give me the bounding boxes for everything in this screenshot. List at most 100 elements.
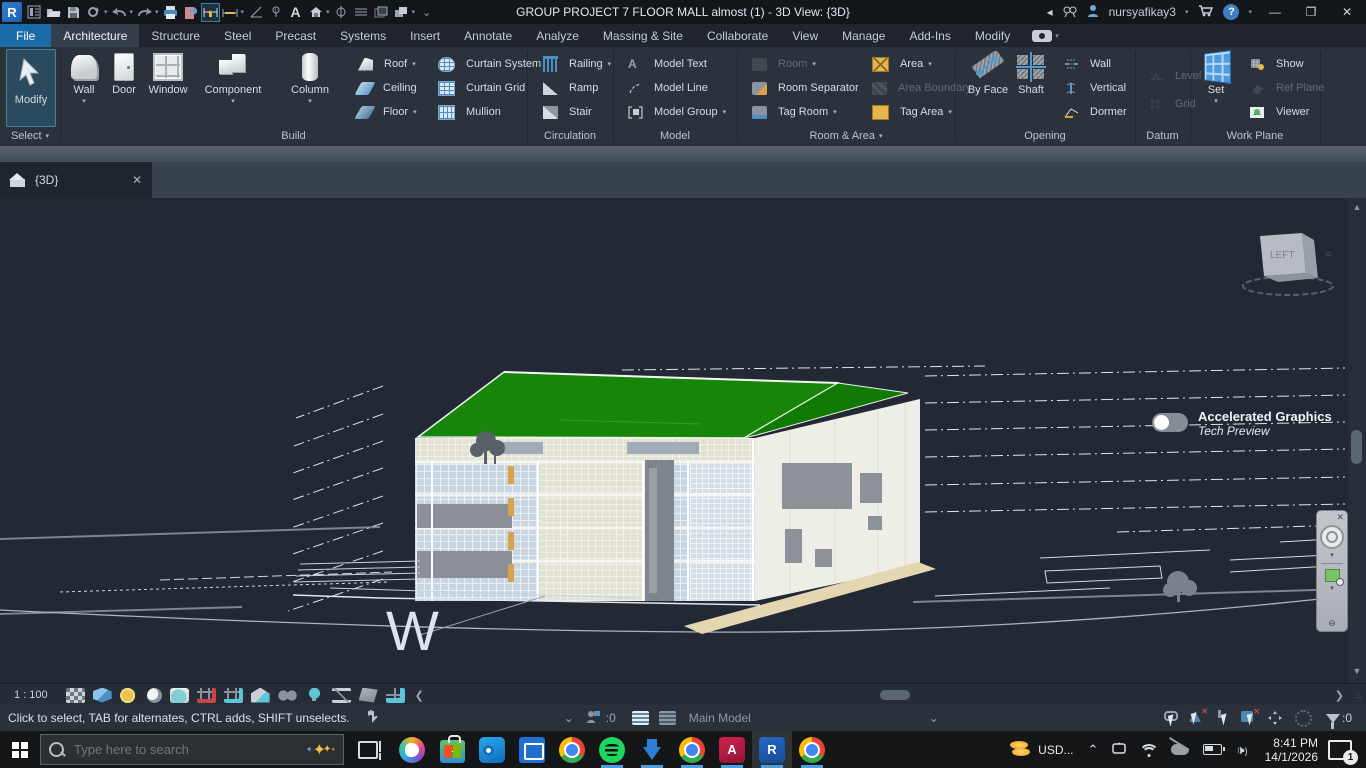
tab-view[interactable]: View xyxy=(780,24,830,47)
user-avatar-icon[interactable] xyxy=(1087,4,1099,20)
grid-button[interactable]: Grid xyxy=(1143,94,1196,114)
editable-worksets-icon[interactable] xyxy=(586,710,600,726)
tab-modify[interactable]: Modify xyxy=(963,24,1022,47)
stair-button[interactable]: Stair xyxy=(537,102,592,122)
sun-path-icon[interactable] xyxy=(120,688,139,703)
tab-structure[interactable]: Structure xyxy=(139,24,212,47)
door-button[interactable]: Door xyxy=(106,50,142,96)
angular-dimension-icon[interactable] xyxy=(247,4,264,21)
sync-icon[interactable] xyxy=(85,4,102,21)
roof-button[interactable]: Roof▾ xyxy=(352,54,416,74)
tab-precast[interactable]: Precast xyxy=(263,24,328,47)
navbar-collapse-icon[interactable]: ⊖ xyxy=(1328,618,1336,629)
vertical-opening-button[interactable]: Vertical xyxy=(1058,78,1126,98)
ref-plane-button[interactable]: Ref Plane xyxy=(1244,78,1324,98)
tab-collaborate[interactable]: Collaborate xyxy=(695,24,780,47)
navbar-close-icon[interactable]: ✕ xyxy=(1336,512,1344,523)
area-boundary-button[interactable]: Area Boundary xyxy=(866,78,971,98)
shadows-icon[interactable] xyxy=(147,688,162,703)
tab-analyze[interactable]: Analyze xyxy=(524,24,591,47)
customize-qat-chevron-icon[interactable]: ⌄ xyxy=(418,4,435,21)
taskbar-chrome-icon[interactable] xyxy=(552,731,592,768)
currency-widget-icon[interactable] xyxy=(1010,739,1032,761)
tab-systems[interactable]: Systems xyxy=(328,24,398,47)
signed-in-user[interactable]: nursyafikay3 xyxy=(1109,5,1176,19)
view-tab-3d[interactable]: {3D} ✕ xyxy=(0,162,152,198)
taskbar-revit-icon[interactable]: R xyxy=(752,731,792,768)
scroll-up-icon[interactable]: ▲ xyxy=(1348,202,1366,212)
print-icon[interactable] xyxy=(162,4,179,21)
close-button[interactable]: ✕ xyxy=(1334,5,1360,19)
set-work-plane-button[interactable]: Set▾ xyxy=(1196,50,1236,108)
tab-addins[interactable]: Add-Ins xyxy=(897,24,962,47)
help-icon[interactable]: ? xyxy=(1223,4,1239,20)
revit-app-menu-button[interactable]: R xyxy=(2,2,22,22)
worksets-dialog-icon[interactable] xyxy=(632,711,649,725)
close-hidden-windows-icon[interactable] xyxy=(373,4,390,21)
view-scale-button[interactable]: 1 : 100 xyxy=(0,689,62,701)
select-links-icon[interactable] xyxy=(1162,710,1182,726)
wheel-menu-chevron-icon[interactable]: ▾ xyxy=(1330,551,1334,559)
column-button[interactable]: Column▾ xyxy=(284,50,336,108)
railing-button[interactable]: Railing▾ xyxy=(537,54,611,74)
zoom-tool-icon[interactable] xyxy=(1325,569,1340,582)
media-panel-icon[interactable] xyxy=(1032,30,1052,42)
taskbar-autocad-icon[interactable]: A xyxy=(712,731,752,768)
by-face-button[interactable]: By Face xyxy=(966,50,1010,96)
app-store-cart-icon[interactable] xyxy=(1198,4,1213,20)
accelerated-graphics-toggle[interactable] xyxy=(1152,413,1188,432)
room-area-panel-label[interactable]: Room & Area▾ xyxy=(737,127,955,144)
wall-button[interactable]: Wall▾ xyxy=(64,50,104,108)
search-input[interactable] xyxy=(72,741,256,758)
mullion-button[interactable]: Mullion xyxy=(432,102,501,122)
vertical-scrollbar[interactable]: ▲ ▼ xyxy=(1348,198,1366,683)
meet-now-icon[interactable] xyxy=(1112,742,1127,758)
crop-view-icon[interactable] xyxy=(197,688,216,703)
room-separator-button[interactable]: Room Separator xyxy=(746,78,859,98)
view-bar-collapse-icon[interactable]: ❮ xyxy=(415,689,424,702)
onedrive-paused-icon[interactable] xyxy=(1171,744,1189,755)
tab-manage[interactable]: Manage xyxy=(830,24,897,47)
taskbar-store-icon[interactable] xyxy=(432,731,472,768)
detail-level-icon[interactable] xyxy=(66,688,85,703)
component-button[interactable]: Component▾ xyxy=(200,50,266,108)
temporary-hide-isolate-icon[interactable] xyxy=(251,688,270,703)
minimize-button[interactable]: — xyxy=(1262,5,1288,19)
currency-widget-label[interactable]: USD... xyxy=(1038,743,1073,757)
select-underlay-icon[interactable] xyxy=(1188,710,1208,726)
viewcube[interactable]: LEFT ⌂ xyxy=(1240,228,1350,298)
tab-file[interactable]: File xyxy=(0,24,51,47)
section-icon[interactable] xyxy=(333,4,350,21)
model-line-button[interactable]: Model Line xyxy=(622,78,708,98)
taskbar-copilot-icon[interactable] xyxy=(392,731,432,768)
user-menu-chevron-icon[interactable]: ▾ xyxy=(1185,8,1189,16)
tag-area-button[interactable]: Tag Area▾ xyxy=(866,102,952,122)
infocenter-collapse-icon[interactable]: ◂ xyxy=(1047,5,1053,19)
transfer-icon[interactable] xyxy=(182,4,199,21)
taskbar-spotify-icon[interactable] xyxy=(592,731,632,768)
task-view-icon[interactable] xyxy=(358,741,378,759)
model-group-button[interactable]: Model Group▾ xyxy=(622,102,726,122)
scroll-right-icon[interactable]: ❯ xyxy=(1335,689,1344,702)
highlight-displacement-icon[interactable] xyxy=(359,688,378,703)
start-button[interactable] xyxy=(0,742,40,758)
worksets-chevron-icon[interactable]: ⌄ xyxy=(564,711,574,725)
steering-wheel-icon[interactable] xyxy=(1320,525,1344,549)
model-text-button[interactable]: A Model Text xyxy=(622,54,707,74)
curtain-grid-button[interactable]: Curtain Grid xyxy=(432,78,525,98)
taskbar-search[interactable]: ✦✦✦● xyxy=(40,734,344,765)
dormer-button[interactable]: Dormer xyxy=(1058,102,1127,122)
ramp-button[interactable]: Ramp xyxy=(537,78,598,98)
design-options-icon[interactable] xyxy=(659,711,676,725)
switch-windows-icon[interactable] xyxy=(393,4,410,21)
tab-insert[interactable]: Insert xyxy=(398,24,452,47)
default-3d-view-icon[interactable] xyxy=(307,4,324,21)
taskbar-chrome3-icon[interactable] xyxy=(792,731,832,768)
taskbar-outlook-icon[interactable] xyxy=(472,731,512,768)
select-pinned-icon[interactable] xyxy=(1214,710,1234,726)
taskbar-downloads-icon[interactable] xyxy=(632,731,672,768)
ribbon-state-chevron-icon[interactable]: ▾ xyxy=(1055,32,1059,40)
help-menu-chevron-icon[interactable]: ▾ xyxy=(1248,8,1252,16)
select-panel-label[interactable]: Select▾ xyxy=(0,127,60,144)
restore-button[interactable]: ❐ xyxy=(1298,5,1324,19)
